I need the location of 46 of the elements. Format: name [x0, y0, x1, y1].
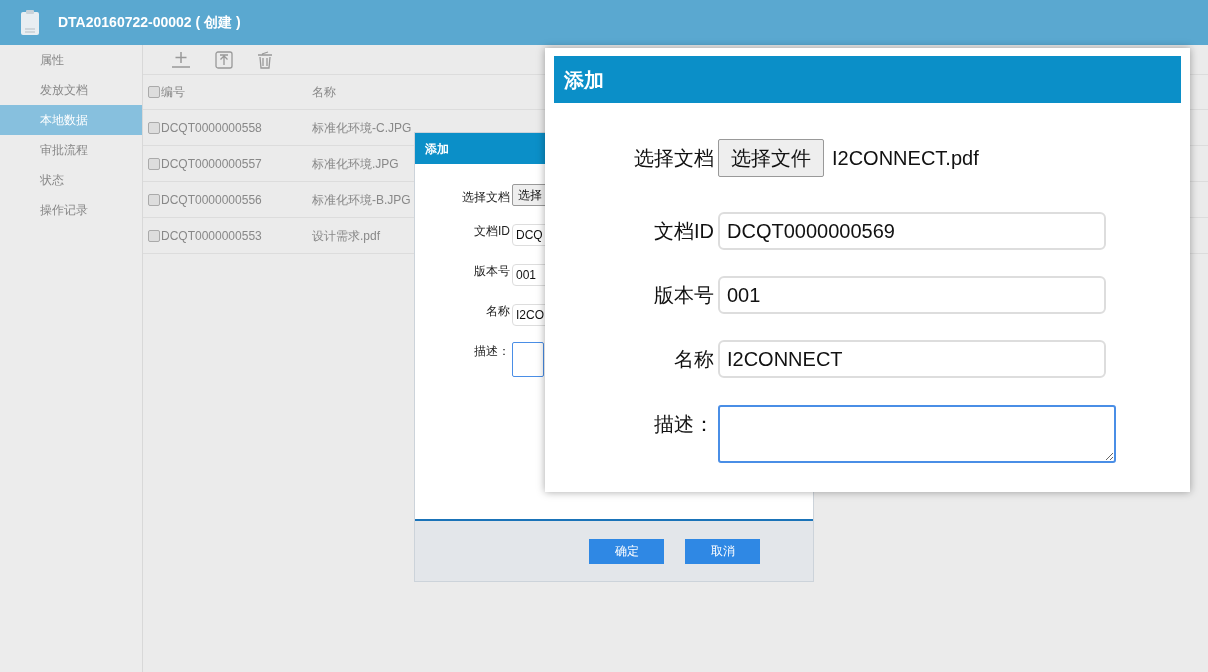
- input-field[interactable]: I2CONNECT: [718, 340, 1106, 378]
- field-label: 版本号: [653, 283, 715, 308]
- table-cell-text: 标准化环境.JPG: [312, 155, 399, 173]
- checkbox[interactable]: [148, 86, 160, 98]
- checkbox[interactable]: [148, 157, 160, 170]
- document-icon: [20, 9, 40, 36]
- choose-file-button[interactable]: 选择文件: [718, 139, 824, 177]
- trash-icon[interactable]: [257, 50, 273, 69]
- field-label: 文档ID: [473, 223, 511, 240]
- table-cell-text: 设计需求.pdf: [312, 227, 380, 245]
- field-label: 文档ID: [653, 219, 715, 244]
- sidebar-item[interactable]: 操作记录: [0, 195, 142, 225]
- sidebar-item[interactable]: 本地数据: [0, 105, 142, 135]
- sidebar-item[interactable]: 审批流程: [0, 135, 142, 165]
- table-cell-text: DCQT0000000557: [161, 155, 263, 173]
- description-field[interactable]: [512, 342, 544, 377]
- description-field[interactable]: [718, 405, 1116, 463]
- table-cell-text: 标准化环境-B.JPG: [312, 191, 411, 209]
- sidebar-item[interactable]: 发放文档: [0, 75, 142, 105]
- dialog-button[interactable]: 取消: [685, 538, 760, 564]
- table-cell-text: DCQT0000000558: [161, 119, 263, 137]
- table-cell-text: DCQT0000000556: [161, 191, 263, 209]
- table-cell-text: DCQT0000000553: [161, 227, 263, 245]
- checkbox[interactable]: [148, 229, 160, 242]
- column-header: 编号: [161, 84, 186, 101]
- file-name: I2CONNECT.pdf: [832, 146, 979, 171]
- field-label: 版本号: [473, 263, 511, 280]
- input-field[interactable]: 001: [718, 276, 1106, 314]
- field-label: 名称: [485, 303, 511, 320]
- column-header: 名称: [312, 84, 336, 101]
- field-label: 描述：: [653, 412, 715, 437]
- sidebar-item[interactable]: 属性: [0, 45, 142, 75]
- field-label: 描述：: [473, 343, 511, 360]
- table-cell-text: 标准化环境-C.JPG: [312, 119, 412, 137]
- checkbox[interactable]: [148, 193, 160, 206]
- field-label: 选择文档: [461, 189, 511, 206]
- add-icon[interactable]: [171, 50, 191, 69]
- upload-icon[interactable]: [215, 50, 233, 69]
- checkbox[interactable]: [148, 121, 160, 134]
- input-field[interactable]: DCQT0000000569: [718, 212, 1106, 250]
- page-title: DTA20160722-00002 ( 创建 ): [58, 13, 241, 32]
- field-label: 名称: [673, 347, 715, 372]
- sidebar-item[interactable]: 状态: [0, 165, 142, 195]
- dialog-button[interactable]: 确定: [589, 538, 664, 564]
- dialog-title: 添加: [554, 56, 1181, 103]
- choose-file-button[interactable]: 选择: [512, 184, 548, 206]
